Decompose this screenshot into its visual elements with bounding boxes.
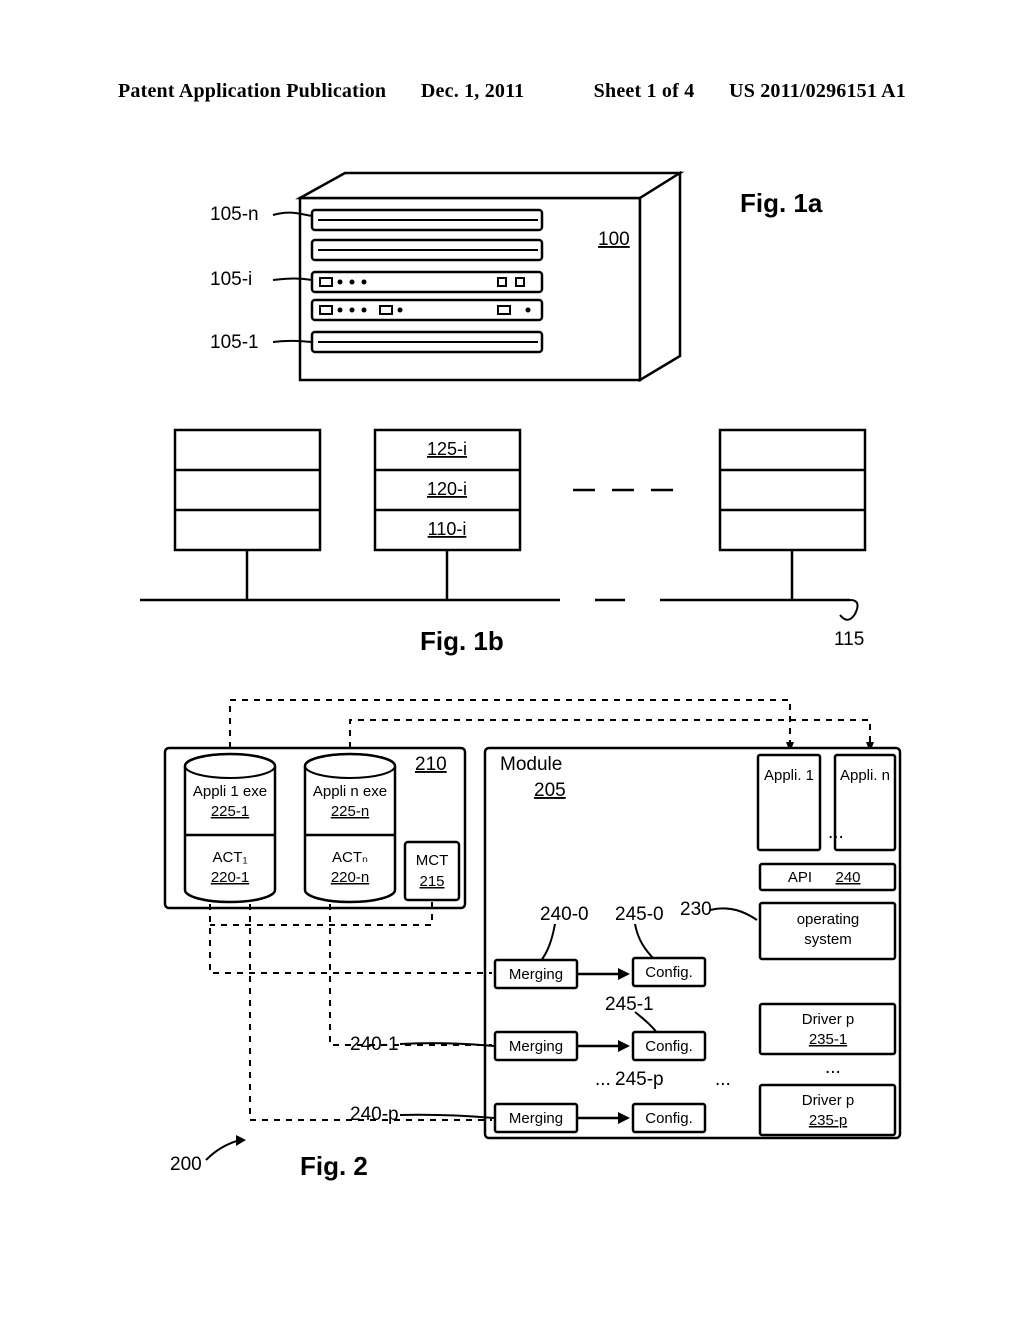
ref-205: 205 — [534, 780, 566, 801]
ref-240-1: 240-1 — [350, 1034, 399, 1055]
ref-220-1: 220-1 — [211, 869, 249, 886]
label-act1: ACT₁ — [212, 849, 247, 866]
label-applin-exe: Appli n exe — [313, 783, 387, 800]
label-merging-1: Merging — [509, 1038, 563, 1055]
fig-1b-label: Fig. 1b — [420, 626, 504, 656]
cylinder-appli1: Appli 1 exe 225-1 ACT₁ 220-1 — [185, 754, 275, 902]
ref-220-n: 220-n — [331, 869, 369, 886]
label-110-i: 110-i — [428, 519, 467, 539]
ref-240-0: 240-0 — [540, 904, 589, 925]
ref-100: 100 — [598, 229, 630, 250]
ref-245-0: 245-0 — [615, 904, 664, 925]
label-merging-p: Merging — [509, 1110, 563, 1127]
label-driver-1: Driver p — [802, 1011, 855, 1028]
ellipsis-mid-1: ... — [595, 1069, 611, 1090]
label-appli-n: Appli. n — [840, 767, 890, 784]
ref-245-1: 245-1 — [605, 994, 654, 1015]
label-module: Module — [500, 754, 562, 775]
ellipsis-mid-2: ... — [715, 1069, 731, 1090]
label-api: API — [788, 869, 812, 886]
ellipsis-driver: ... — [825, 1057, 841, 1078]
ref-225-n: 225-n — [331, 803, 369, 820]
label-os-2: system — [804, 931, 852, 948]
ellipsis-apps: ... — [828, 822, 844, 843]
label-merging-0: Merging — [509, 966, 563, 983]
label-actn: ACTₙ — [332, 849, 368, 866]
label-mct: MCT — [416, 852, 449, 869]
ref-210: 210 — [415, 754, 447, 775]
label-appli-1: Appli. 1 — [764, 767, 814, 784]
fig-2: 210 Appli 1 exe 225-1 ACT₁ 220-1 Appli n… — [165, 700, 900, 1181]
ref-240-p: 240-p — [350, 1104, 399, 1125]
ref-215: 215 — [419, 873, 444, 890]
ref-230: 230 — [680, 899, 712, 920]
diagram-canvas: 105-n 105-i 105-1 100 Fig. 1a 125-i 120-… — [0, 0, 1024, 1320]
label-120-i: 120-i — [427, 479, 467, 499]
ref-105-1: 105-1 — [210, 332, 259, 353]
ref-240-api: 240 — [835, 869, 860, 886]
label-config-p: Config. — [645, 1110, 693, 1127]
fig-1a: 105-n 105-i 105-1 100 Fig. 1a — [210, 173, 823, 380]
ref-245-p: 245-p — [615, 1069, 664, 1090]
label-os-1: operating — [797, 911, 860, 928]
cylinder-applin: Appli n exe 225-n ACTₙ 220-n — [305, 754, 395, 902]
label-driver-p: Driver p — [802, 1092, 855, 1109]
label-config-0: Config. — [645, 964, 693, 981]
ref-200: 200 — [170, 1154, 202, 1175]
fig-1b: 125-i 120-i 110-i 115 Fig. 1b — [140, 430, 865, 656]
label-125-i: 125-i — [427, 439, 467, 459]
ref-235-1: 235-1 — [809, 1031, 847, 1048]
label-appli1-exe: Appli 1 exe — [193, 783, 267, 800]
label-config-1: Config. — [645, 1038, 693, 1055]
fig-2-label: Fig. 2 — [300, 1151, 368, 1181]
ref-115: 115 — [834, 629, 864, 650]
ref-235-p: 235-p — [809, 1112, 847, 1129]
ref-225-1: 225-1 — [211, 803, 249, 820]
fig-1a-label: Fig. 1a — [740, 188, 823, 218]
ref-105-i: 105-i — [210, 269, 252, 290]
ref-105-n: 105-n — [210, 204, 259, 225]
